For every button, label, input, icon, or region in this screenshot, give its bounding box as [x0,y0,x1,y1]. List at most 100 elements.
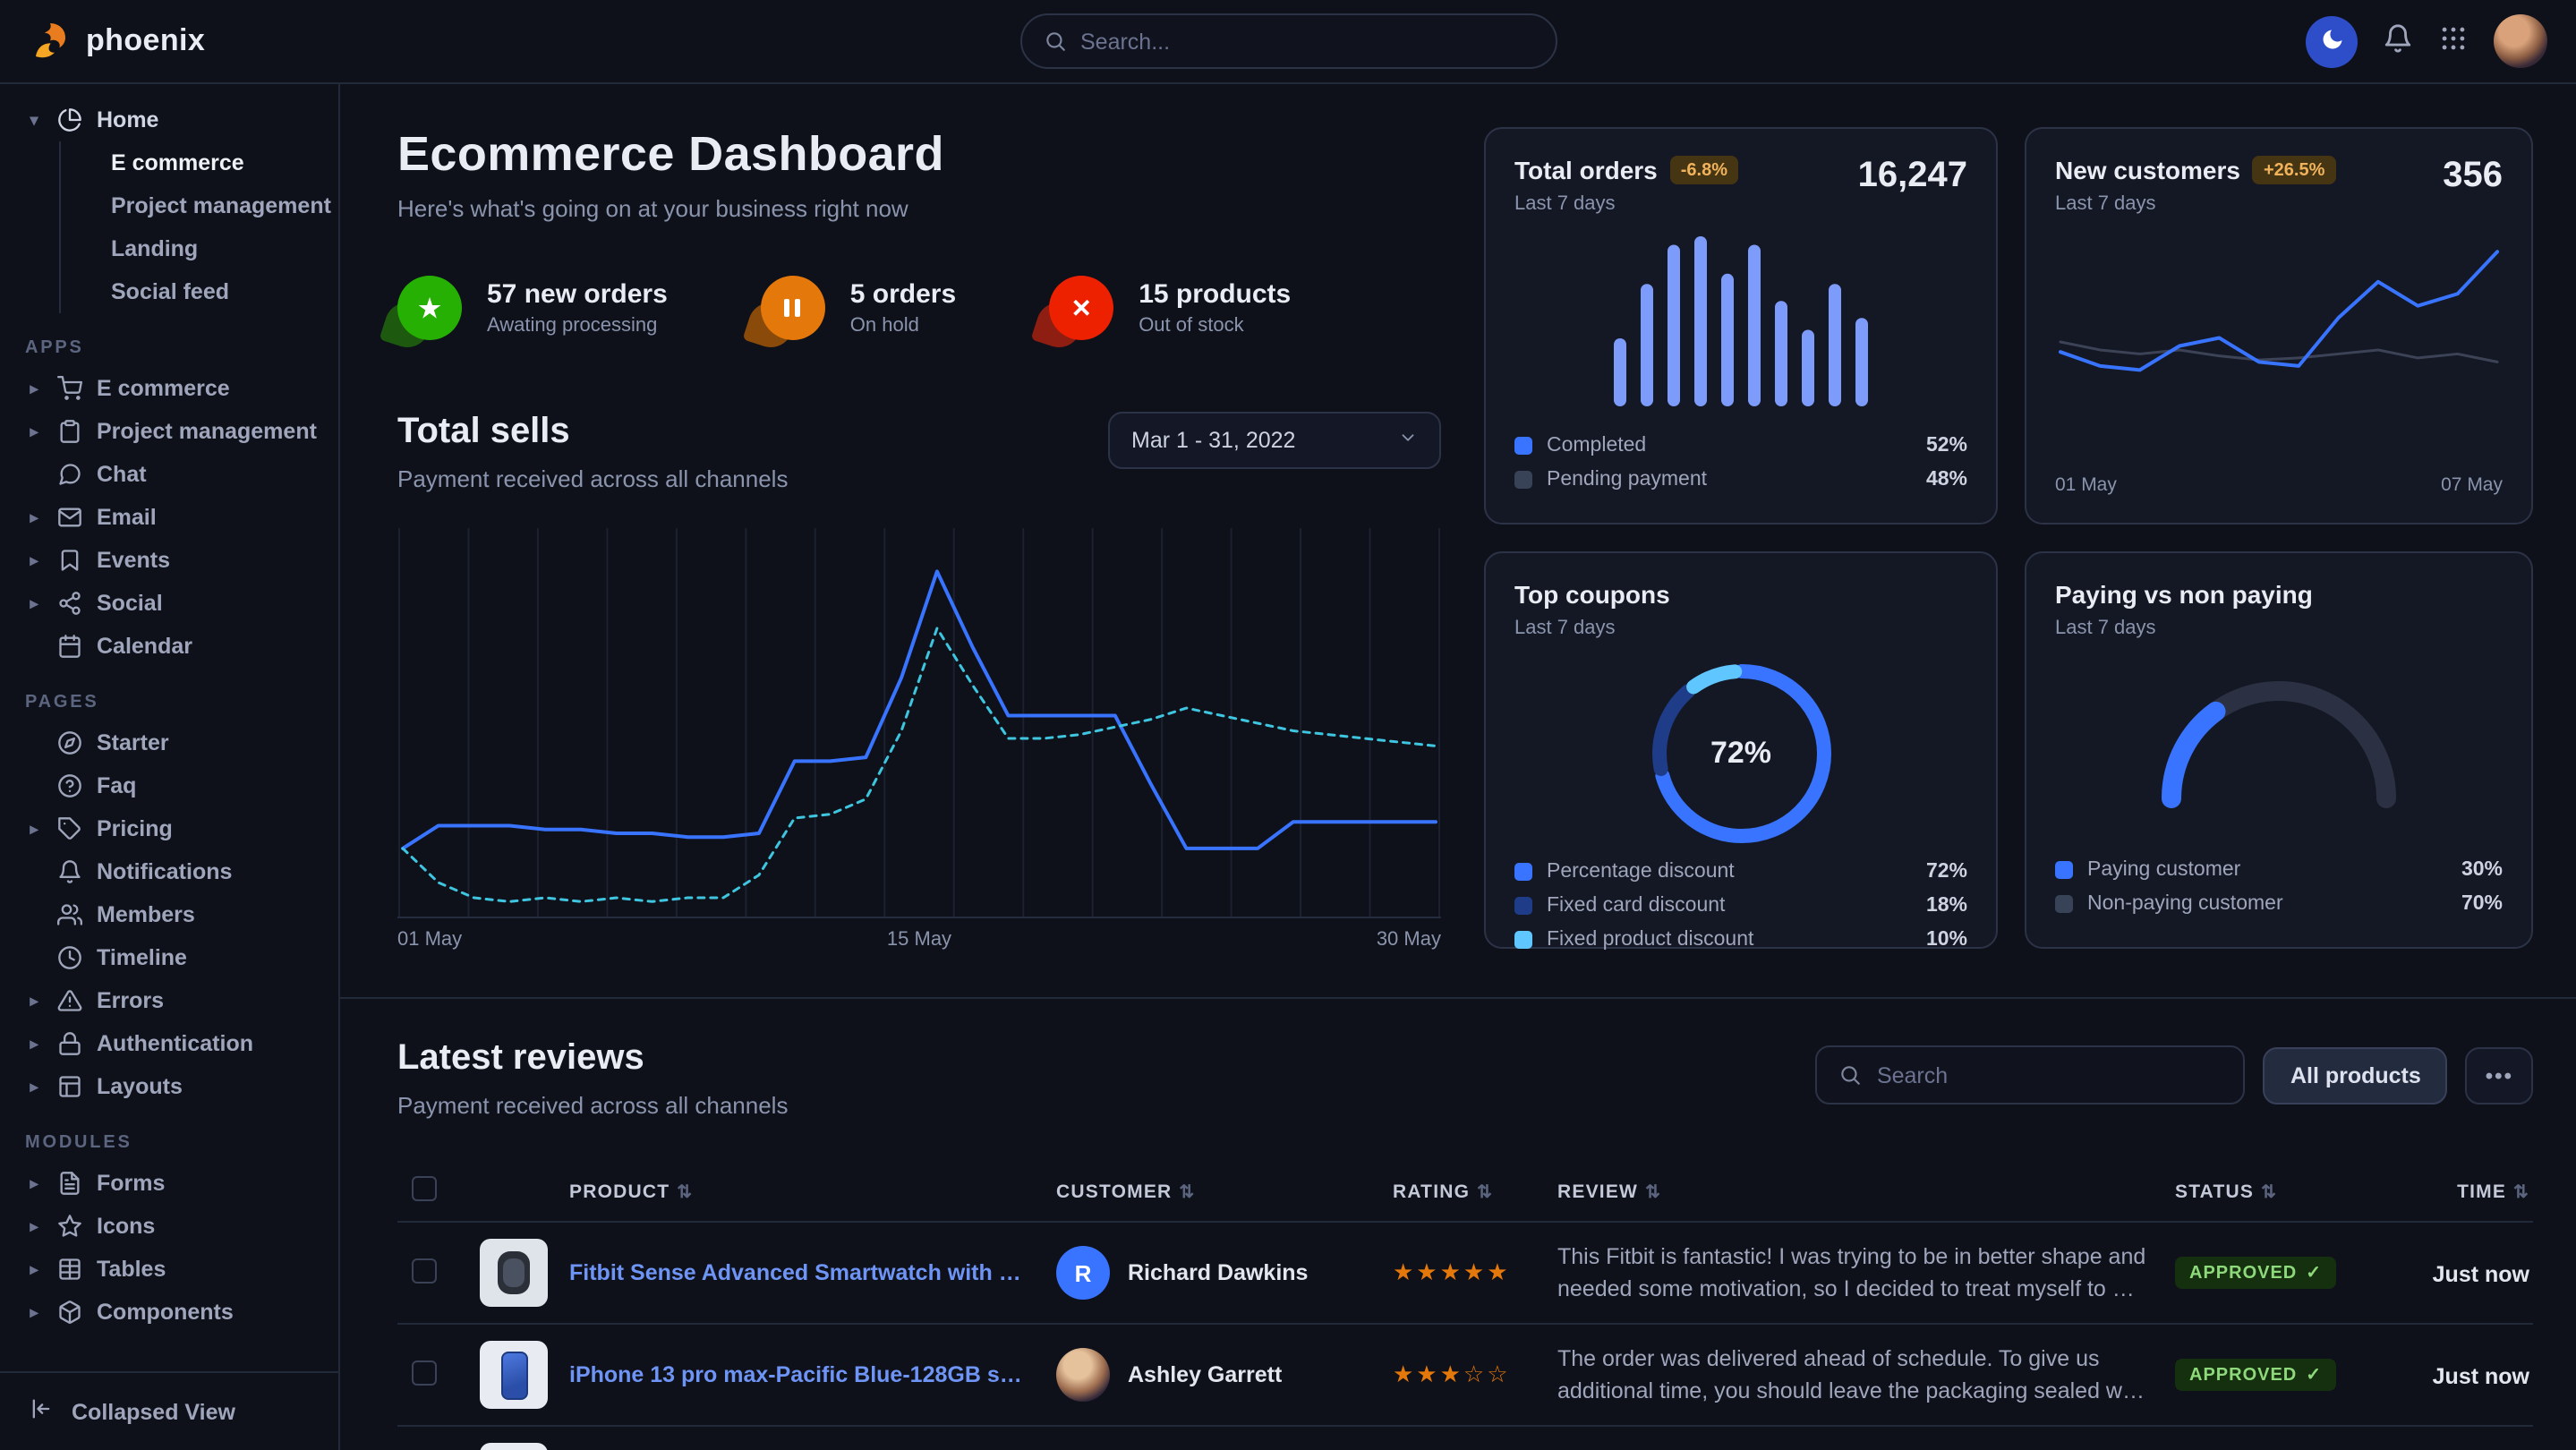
notifications-button[interactable] [2383,23,2413,59]
legend-item-fixed-product-discount: Fixed product discount 10% [1514,922,1967,956]
sidebar-item-events[interactable]: ▸ Events [0,539,338,582]
reviews-search-input[interactable] [1877,1062,2222,1088]
paying-vs-nonpaying-card: Paying vs non paying Last 7 days Paying … [2025,551,2533,949]
check-icon: ✓ [2306,1366,2322,1386]
new-customers-change-badge: +26.5% [2253,156,2335,184]
date-range-select[interactable]: Mar 1 - 31, 2022 [1108,412,1441,469]
donut-center-value: 72% [1641,653,1841,854]
stats-row: ★ 57 new orders Awating processing 5 ord… [397,276,1441,340]
all-products-button[interactable]: All products [2264,1046,2448,1104]
column-header-review[interactable]: REVIEW⇅ [1543,1162,2161,1222]
legend-item-non-paying-customer: Non-paying customer 70% [2055,886,2503,920]
product-link[interactable]: Fitbit Sense Advanced Smartwatch with To… [569,1260,1028,1285]
check-icon: ✓ [2306,1264,2322,1284]
users-icon [57,902,82,927]
sidebar-item-project-management[interactable]: Project management [61,184,338,227]
brand-link[interactable]: phoenix [29,20,205,63]
legend-swatch [1514,862,1532,880]
brand-name: phoenix [86,23,205,59]
phoenix-logo-icon [29,20,72,63]
cart-icon [57,376,82,401]
sidebar-item-authentication[interactable]: ▸ Authentication [0,1022,338,1065]
sidebar-item-email[interactable]: ▸ Email [0,496,338,539]
sidebar-item-timeline[interactable]: Timeline [0,936,338,979]
sidebar-nav: ▾ Home E commerceProject managementLandi… [0,84,338,1371]
sidebar-item-home[interactable]: ▾ Home [0,98,338,141]
caret-right-icon: ▸ [25,550,43,570]
sidebar-item-e-commerce[interactable]: ▸ E commerce [0,367,338,410]
sidebar-item-chat[interactable]: Chat [0,453,338,496]
caret-right-icon: ▸ [25,1259,43,1279]
moon-icon [2319,26,2344,56]
caret-right-icon: ▸ [25,1173,43,1193]
legend-item-completed: Completed 52% [1514,428,1967,462]
product-link[interactable]: iPhone 13 pro max-Pacific Blue-128GB sto… [569,1362,1028,1387]
user-avatar[interactable] [2494,14,2547,68]
form-icon [57,1171,82,1196]
sidebar-item-components[interactable]: ▸ Components [0,1291,338,1334]
select-all-header[interactable] [397,1162,465,1222]
sidebar-item-project-management[interactable]: ▸ Project management [0,410,338,453]
rating-stars: ★★★☆☆ [1393,1360,1511,1387]
mail-icon [57,505,82,530]
search-icon [1043,30,1066,53]
sidebar-item-social-feed[interactable]: Social feed [61,270,338,313]
total-sells-line-chart [397,528,1441,918]
sidebar-item-errors[interactable]: ▸ Errors [0,979,338,1022]
sidebar-item-pricing[interactable]: ▸ Pricing [0,807,338,850]
global-search-input[interactable] [1080,29,1533,54]
sidebar-item-starter[interactable]: Starter [0,721,338,764]
column-header-time[interactable]: TIME⇅ [2376,1162,2533,1222]
sidebar-item-faq[interactable]: Faq [0,764,338,807]
rating-stars: ★★★★★ [1393,1258,1511,1285]
row-checkbox[interactable] [412,1258,437,1283]
sidebar-item-layouts[interactable]: ▸ Layouts [0,1065,338,1108]
column-header-product[interactable]: PRODUCT⇅ [465,1162,1042,1222]
new-customers-line-chart [2055,236,2503,448]
star-icon: ★ [397,276,462,340]
sort-icon: ⇅ [1645,1182,1661,1202]
reviews-controls: All products ••• [1816,1045,2533,1105]
sidebar-item-forms[interactable]: ▸ Forms [0,1162,338,1205]
column-header-status[interactable]: STATUS⇅ [2161,1162,2376,1222]
chevron-down-icon [1398,428,1418,453]
paying-period: Last 7 days [2055,618,2313,639]
latest-reviews-section: Latest reviews Payment received across a… [397,1038,2533,1450]
row-checkbox[interactable] [412,1360,437,1385]
top-coupons-card: Top coupons Last 7 days 72% Percentage d… [1484,551,1998,949]
collapsed-view-toggle[interactable]: Collapsed View [0,1371,338,1450]
sidebar-item-tables[interactable]: ▸ Tables [0,1248,338,1291]
sidebar-item-e-commerce[interactable]: E commerce [61,141,338,184]
sidebar-item-members[interactable]: Members [0,893,338,936]
global-search[interactable] [1019,13,1557,69]
total-orders-period: Last 7 days [1514,193,1738,215]
sort-icon: ⇅ [677,1182,693,1202]
sidebar-item-calendar[interactable]: Calendar [0,625,338,668]
app-launcher-button[interactable] [2438,23,2469,59]
topbar-actions [2306,14,2547,68]
column-header-rating[interactable]: RATING⇅ [1378,1162,1543,1222]
stat-5-orders: 5 orders On hold [761,276,956,340]
shapes-icon [57,1214,82,1239]
sidebar-item-notifications[interactable]: Notifications [0,850,338,893]
sidebar-item-icons[interactable]: ▸ Icons [0,1205,338,1248]
theme-toggle-button[interactable] [2306,15,2358,67]
sort-icon: ⇅ [2513,1182,2529,1202]
select-all-checkbox[interactable] [412,1176,437,1201]
review-time: Just now [2433,1363,2529,1388]
legend-item-paying-customer: Paying customer 30% [2055,852,2503,886]
date-range-value: Mar 1 - 31, 2022 [1131,428,1295,453]
sort-icon: ⇅ [2261,1182,2277,1202]
caret-right-icon: ▸ [25,508,43,527]
reviews-search[interactable] [1816,1045,2246,1105]
stat-15-products: ✕ 15 products Out of stock [1049,276,1291,340]
column-header-customer[interactable]: CUSTOMER⇅ [1042,1162,1378,1222]
paying-gauge-chart [2145,664,2413,816]
more-actions-button[interactable]: ••• [2466,1046,2533,1104]
paying-title: Paying vs non paying [2055,580,2313,609]
sidebar-item-landing[interactable]: Landing [61,227,338,270]
sidebar-item-social[interactable]: ▸ Social [0,582,338,625]
bell-icon [2383,23,2413,59]
sort-icon: ⇅ [1179,1182,1195,1202]
customer-avatar: R [1056,1246,1110,1300]
